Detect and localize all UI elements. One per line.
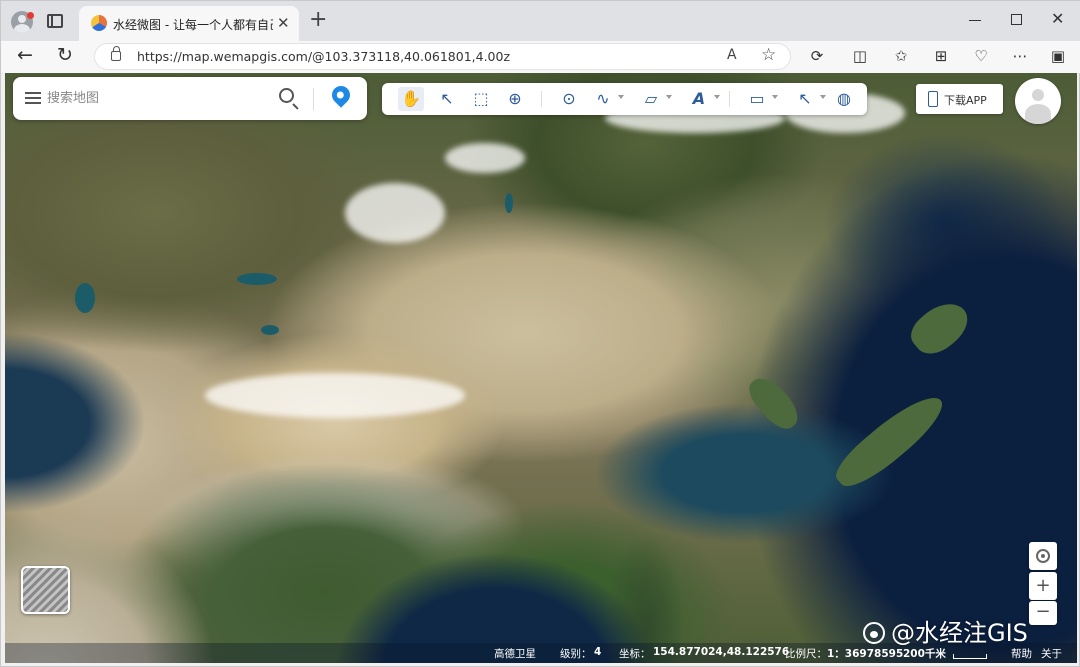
- japan-landmass: [828, 385, 952, 497]
- search-icon[interactable]: [279, 88, 294, 103]
- hokkaido-landmass: [904, 293, 976, 363]
- phone-icon: [928, 91, 938, 107]
- chevron-down-icon[interactable]: [772, 95, 778, 99]
- search-input[interactable]: [47, 88, 267, 108]
- about-link[interactable]: 关于: [1041, 646, 1062, 661]
- my-location-button[interactable]: [1029, 542, 1057, 570]
- watermark-text: @水经注GIS: [891, 619, 1028, 647]
- line-tool[interactable]: ∿: [590, 87, 616, 111]
- site-favicon-icon: [91, 15, 107, 31]
- zoom-level-label: 级别：: [560, 648, 592, 660]
- browser-toolbar: ← ↻ https://map.wemapgis.com/@103.373118…: [1, 41, 1080, 73]
- window-maximize-button[interactable]: [1011, 14, 1022, 25]
- text-tool[interactable]: A: [686, 87, 712, 111]
- coordinate-label: 坐标：: [619, 648, 651, 660]
- more-icon[interactable]: ⋯: [1010, 47, 1030, 65]
- favorites-icon[interactable]: ✩: [891, 47, 911, 65]
- snow-region: [205, 373, 465, 418]
- snow-region: [445, 143, 525, 173]
- split-screen-icon[interactable]: ◫: [850, 47, 870, 65]
- browser-window: 水经微图 - 让每一个人都有自己的 ✕ + ✕ ← ↻ https://map.…: [0, 0, 1080, 667]
- marker-tool[interactable]: ⊙: [556, 87, 582, 111]
- location-pin-icon[interactable]: [328, 82, 354, 108]
- pan-tool[interactable]: ✋: [398, 87, 424, 111]
- toolbar-divider: [729, 91, 730, 107]
- scale-label: 比例尺：: [785, 648, 827, 660]
- zoom-in-button[interactable]: +: [1029, 572, 1057, 600]
- download-app-label: 下载APP: [944, 94, 987, 107]
- map-search-box: [13, 77, 367, 120]
- gps-icon: [1036, 549, 1050, 563]
- measure-tool[interactable]: ▭: [744, 87, 770, 111]
- tab-close-icon[interactable]: ✕: [277, 14, 290, 32]
- basemap-switcher[interactable]: [21, 566, 70, 614]
- coordinate-value: 154.877024,48.122576: [653, 646, 790, 658]
- watermark: @水经注GIS: [863, 613, 1028, 648]
- divider: [313, 88, 314, 110]
- snow-region: [345, 183, 445, 243]
- tab-title: 水经微图 - 让每一个人都有自己的: [113, 18, 273, 32]
- zoom-level-value: 4: [594, 646, 602, 658]
- extensions-icon[interactable]: ⟳: [807, 47, 827, 65]
- chevron-down-icon[interactable]: [666, 95, 672, 99]
- download-app-button[interactable]: 下载APP: [916, 84, 1003, 114]
- scale-bar: [953, 654, 987, 659]
- favorite-star-icon[interactable]: ☆: [761, 45, 776, 65]
- notification-badge: [27, 12, 34, 19]
- menu-icon[interactable]: [25, 92, 41, 104]
- read-aloud-icon[interactable]: A: [727, 47, 737, 63]
- map-canvas[interactable]: [5, 73, 1077, 663]
- chevron-down-icon[interactable]: [618, 95, 624, 99]
- zoom-box-tool[interactable]: ⊕: [502, 87, 528, 111]
- basemap-name: 高德卫星: [494, 648, 536, 660]
- identify-tool[interactable]: ↖: [792, 87, 818, 111]
- toolbar-divider: [541, 91, 542, 107]
- lake-issyk-kul: [261, 325, 279, 335]
- lake-balkhash: [237, 273, 277, 285]
- browser-essentials-icon[interactable]: ♡: [971, 47, 991, 65]
- lock-icon[interactable]: [111, 46, 121, 61]
- new-tab-button[interactable]: +: [309, 9, 327, 31]
- globe-tool[interactable]: ◍: [831, 87, 857, 111]
- polygon-tool[interactable]: ▱: [638, 87, 664, 111]
- window-close-button[interactable]: ✕: [1051, 9, 1064, 28]
- tab-actions-icon[interactable]: [47, 14, 63, 28]
- window-minimize-button[interactable]: [969, 20, 981, 21]
- lake-khovsgol: [505, 193, 513, 213]
- chevron-down-icon[interactable]: [820, 95, 826, 99]
- collections-icon[interactable]: ⊞: [931, 47, 951, 65]
- korea-landmass: [743, 370, 805, 436]
- map-toolbar: ✋ ↖ ⬚ ⊕ ⊙ ∿ ▱ A ▭ ↖ ◍: [382, 83, 867, 115]
- aral-sea: [75, 283, 95, 313]
- chevron-down-icon[interactable]: [714, 95, 720, 99]
- box-select-tool[interactable]: ⬚: [468, 87, 494, 111]
- scale-value: 1：36978595: [827, 648, 904, 660]
- scale-distance: 200千米: [903, 648, 946, 660]
- sidebar-icon[interactable]: ▣: [1048, 47, 1068, 65]
- url-text[interactable]: https://map.wemapgis.com/@103.373118,40.…: [137, 49, 510, 64]
- zoom-out-button[interactable]: −: [1029, 601, 1057, 625]
- select-tool[interactable]: ↖: [434, 87, 460, 111]
- back-button[interactable]: ←: [17, 44, 33, 66]
- reload-button[interactable]: ↻: [57, 44, 73, 66]
- active-tab[interactable]: 水经微图 - 让每一个人都有自己的 ✕: [79, 6, 299, 41]
- help-link[interactable]: 帮助: [1011, 646, 1032, 661]
- address-bar[interactable]: https://map.wemapgis.com/@103.373118,40.…: [94, 43, 791, 70]
- user-avatar[interactable]: [1015, 78, 1061, 124]
- paw-icon: [863, 622, 885, 644]
- tab-strip: 水经微图 - 让每一个人都有自己的 ✕ + ✕: [1, 1, 1080, 41]
